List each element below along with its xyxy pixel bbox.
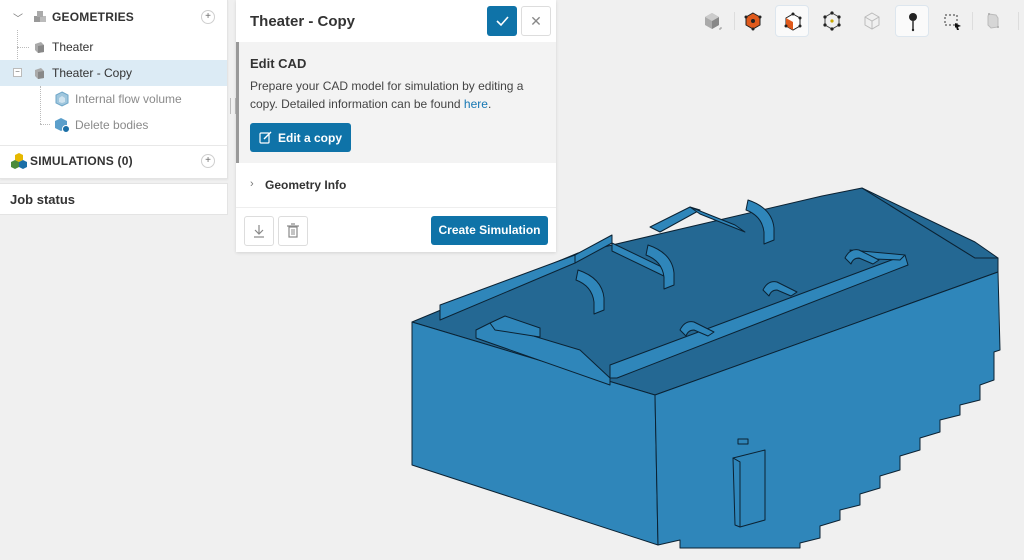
toolbar-separator [1018,12,1019,30]
divider [0,145,227,146]
chevron-down-icon[interactable]: ﹀ [13,10,23,25]
wireframe-button[interactable] [855,5,889,37]
select-vertex-button[interactable] [815,5,849,37]
simulations-label: SIMULATIONS (0) [30,154,133,168]
check-icon [496,16,509,27]
delete-bodies-icon [54,117,70,136]
delete-button[interactable] [278,216,308,246]
close-icon: ✕ [530,13,542,29]
flow-volume-icon [54,91,70,110]
download-button[interactable] [244,216,274,246]
tree-item-label: Delete bodies [75,118,149,132]
select-body-button[interactable] [775,5,809,37]
create-simulation-button[interactable]: Create Simulation [431,216,548,245]
tree-item-label: Theater [52,40,94,54]
geometry-info-label: Geometry Info [265,178,347,192]
add-simulation-button[interactable]: + [201,154,215,168]
edit-a-copy-button[interactable]: Edit a copy [250,123,351,152]
box-select-icon [944,14,961,30]
pin-icon [909,13,917,32]
transparent-cube-icon [987,13,999,29]
geometry-info-accordion[interactable]: › Geometry Info [236,163,556,208]
tree-item-theater-copy[interactable]: − Theater - Copy [0,60,227,86]
collapse-icon[interactable]: − [13,68,22,77]
select-face-button[interactable] [736,5,770,37]
body-select-icon [784,12,802,31]
confirm-button[interactable] [487,6,517,36]
geometry-edit-panel: Theater - Copy ✕ Edit CAD Prepare your C… [236,0,556,252]
geometry-icon [32,66,46,83]
job-status-title: Job status [10,192,76,207]
chevron-right-icon: › [250,178,254,190]
hidden-bodies-button[interactable] [975,5,1009,37]
tree-item-label: Theater - Copy [52,66,133,80]
edit-cad-section: Edit CAD Prepare your CAD model for simu… [236,42,556,163]
toolbar-separator [734,12,735,30]
tree-item-delete-bodies[interactable]: Delete bodies [0,112,227,138]
toolbar-separator [972,12,973,30]
vertex-select-icon [823,11,841,31]
download-icon [254,225,264,238]
trash-icon [287,223,299,238]
panel-header: Theater - Copy ✕ [236,0,556,43]
point-probe-button[interactable] [895,5,929,37]
box-select-button[interactable] [935,5,969,37]
tree-item-label: Internal flow volume [75,92,182,106]
geometries-label: GEOMETRIES [52,10,135,24]
view-cube-button[interactable] [695,5,729,37]
wireframe-cube-icon [864,12,880,30]
panel-title: Theater - Copy [250,13,356,30]
geometries-header[interactable]: ﹀ GEOMETRIES + [0,4,227,30]
tree-panel: ﹀ GEOMETRIES + Theater − Theater - Copy … [0,0,228,179]
simulations-icon [10,152,28,173]
job-status-panel[interactable]: Job status [0,183,228,215]
section-title: Edit CAD [250,56,307,71]
add-geometry-button[interactable]: + [201,10,215,24]
edit-icon [259,131,272,144]
close-button[interactable]: ✕ [521,6,551,36]
cube-shaded-icon [705,13,722,30]
simulations-header[interactable]: SIMULATIONS (0) + [0,148,227,174]
tree-item-internal-flow-volume[interactable]: Internal flow volume [0,86,227,112]
help-link[interactable]: here [464,97,488,111]
description-text-end: . [487,97,492,111]
geometries-icon [32,9,48,28]
edit-a-copy-label: Edit a copy [277,130,342,145]
geometry-icon [32,40,46,57]
tree-item-theater[interactable]: Theater [0,34,227,60]
face-select-icon [744,12,762,31]
section-description: Prepare your CAD model for simulation by… [250,77,540,113]
